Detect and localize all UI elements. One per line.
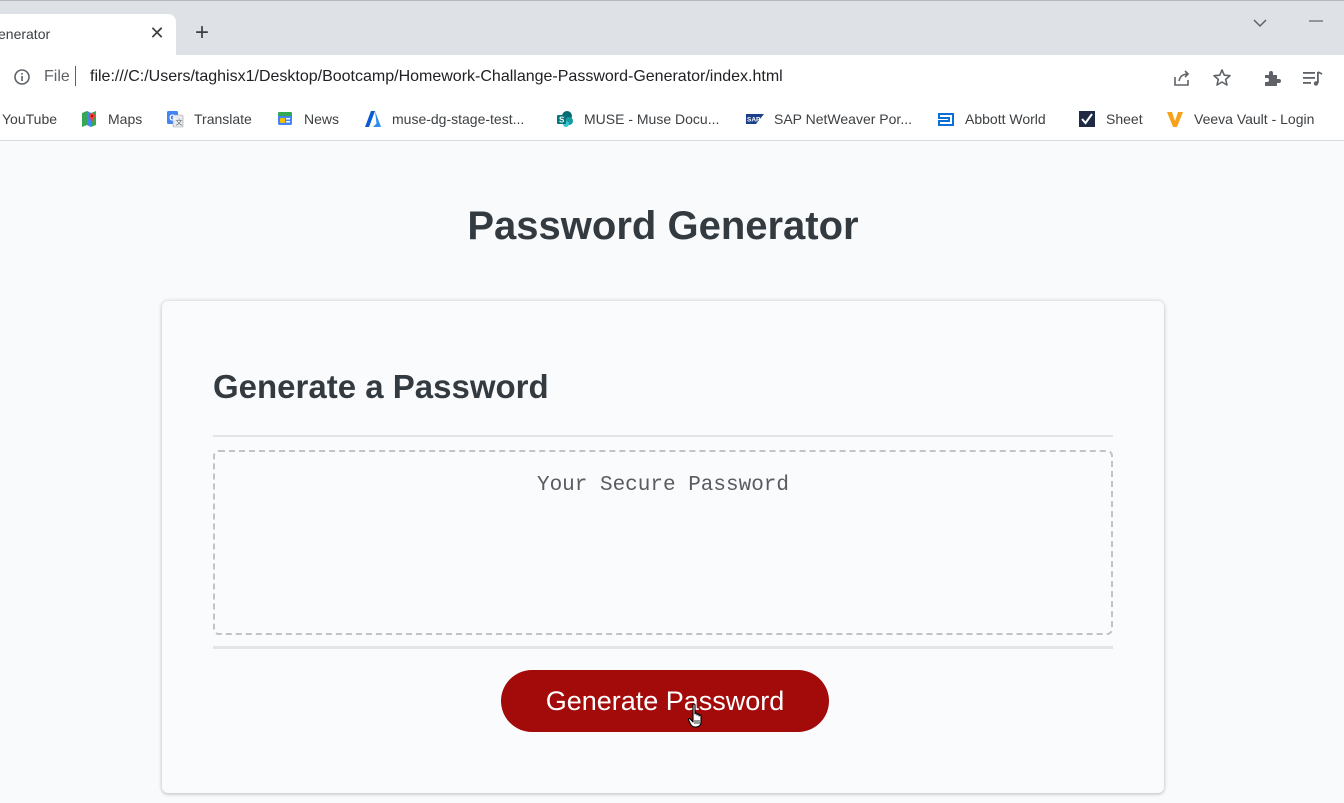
bookmark-translate[interactable]: G 文 Translate: [166, 108, 252, 130]
svg-text:G: G: [169, 114, 175, 123]
minimize-icon[interactable]: [1305, 11, 1327, 31]
generate-password-button[interactable]: Generate Password: [501, 670, 829, 732]
address-bar[interactable]: File file:///C:/Users/taghisx1/Desktop/B…: [0, 55, 1344, 100]
bookmark-label: News: [304, 111, 340, 127]
bookmarks-bar: YouTube Maps G 文 Translate News muse-dg-…: [0, 100, 1344, 140]
site-info-label[interactable]: File: [44, 68, 70, 86]
hand-cursor-icon: [687, 703, 702, 728]
bookmark-label: muse-dg-stage-test...: [392, 111, 525, 127]
url-field[interactable]: file:///C:/Users/taghisx1/Desktop/Bootca…: [90, 68, 783, 86]
divider: [213, 435, 1113, 437]
info-icon[interactable]: [13, 68, 31, 86]
page-content: Password Generator Generate a Password Y…: [0, 141, 1344, 803]
bookmark-label: SAP NetWeaver Por...: [774, 111, 912, 127]
bookmark-youtube[interactable]: YouTube: [2, 108, 57, 130]
bookmark-label: Veeva Vault - Login: [1194, 111, 1315, 127]
browser-tab[interactable]: enerator ✕: [0, 14, 176, 57]
password-placeholder: Your Secure Password: [536, 474, 790, 497]
card-header: Generate a Password: [213, 368, 549, 405]
divider: [213, 646, 1113, 649]
plus-icon[interactable]: +: [190, 21, 214, 45]
bookmark-veeva[interactable]: Veeva Vault - Login: [1166, 108, 1314, 130]
bookmark-sap[interactable]: SAP SAP NetWeaver Por...: [746, 108, 912, 130]
sheet-icon: [1079, 111, 1095, 127]
sap-icon: SAP: [746, 114, 764, 124]
star-icon[interactable]: [1211, 67, 1233, 89]
news-icon: [278, 112, 292, 125]
close-icon[interactable]: ✕: [146, 22, 168, 44]
generator-card: Generate a Password Your Secure Password…: [162, 301, 1164, 793]
translate-icon: G 文: [167, 111, 184, 128]
bookmark-label: Translate: [194, 111, 252, 127]
bookmark-muse-docs[interactable]: S MUSE - Muse Docu...: [556, 108, 719, 130]
tab-strip: enerator ✕ +: [0, 0, 1344, 57]
bookmark-sheet[interactable]: Sheet: [1078, 108, 1143, 130]
sharepoint-icon: S: [557, 111, 573, 127]
share-icon[interactable]: [1171, 67, 1193, 89]
abbott-icon: [938, 113, 954, 126]
tab-title: enerator: [0, 26, 51, 42]
extensions-icon[interactable]: [1261, 67, 1283, 89]
browser-chrome: enerator ✕ + File file:///C:/Users/taghi…: [0, 0, 1344, 141]
bookmark-label: MUSE - Muse Docu...: [584, 111, 720, 127]
svg-text:SAP: SAP: [747, 117, 761, 124]
bookmark-label: Maps: [108, 111, 143, 127]
maps-icon: [82, 111, 96, 127]
page-title: Password Generator: [467, 204, 859, 248]
svg-text:S: S: [559, 116, 565, 125]
azure-icon: [365, 111, 381, 127]
bookmark-muse-dg[interactable]: muse-dg-stage-test...: [364, 108, 524, 130]
chevron-down-icon[interactable]: [1250, 13, 1270, 33]
bookmark-news[interactable]: News: [276, 108, 339, 130]
password-textarea[interactable]: Your Secure Password: [213, 450, 1113, 635]
bookmark-label: Abbott World: [965, 111, 1046, 127]
media-control-icon[interactable]: [1301, 67, 1323, 89]
bookmark-label: Sheet: [1106, 111, 1143, 127]
bookmark-maps[interactable]: Maps: [80, 108, 142, 130]
divider: [75, 66, 76, 86]
svg-text:文: 文: [176, 118, 183, 127]
veeva-icon: [1167, 112, 1183, 127]
bookmark-abbott[interactable]: Abbott World: [937, 108, 1046, 130]
bookmark-label: YouTube: [2, 111, 58, 127]
